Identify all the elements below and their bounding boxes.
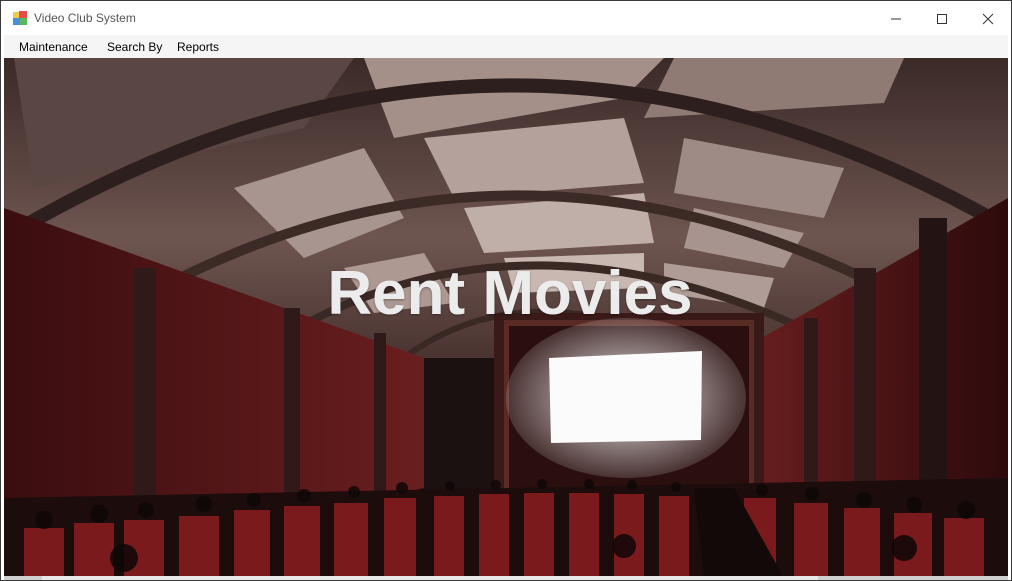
minimize-icon [891, 18, 901, 20]
app-icon [13, 11, 27, 25]
close-icon [982, 13, 994, 25]
maximize-button[interactable] [919, 1, 965, 35]
maximize-icon [937, 14, 947, 24]
bottom-strip [4, 576, 1008, 580]
hero-title: Rent Movies [327, 259, 693, 328]
bottom-strip-thumb [42, 576, 818, 580]
menu-search-by[interactable]: Search By [107, 40, 162, 54]
close-button[interactable] [965, 1, 1011, 35]
minimize-button[interactable] [873, 1, 919, 35]
menu-bar: Maintenance Search By Reports [4, 35, 1008, 58]
menu-reports[interactable]: Reports [177, 40, 219, 54]
main-content: Rent Movies [4, 58, 1008, 578]
title-bar[interactable]: Video Club System [1, 1, 1011, 35]
app-window: Video Club System Maintenance Search By … [0, 0, 1012, 581]
menu-maintenance[interactable]: Maintenance [19, 40, 88, 54]
window-title: Video Club System [34, 11, 136, 25]
